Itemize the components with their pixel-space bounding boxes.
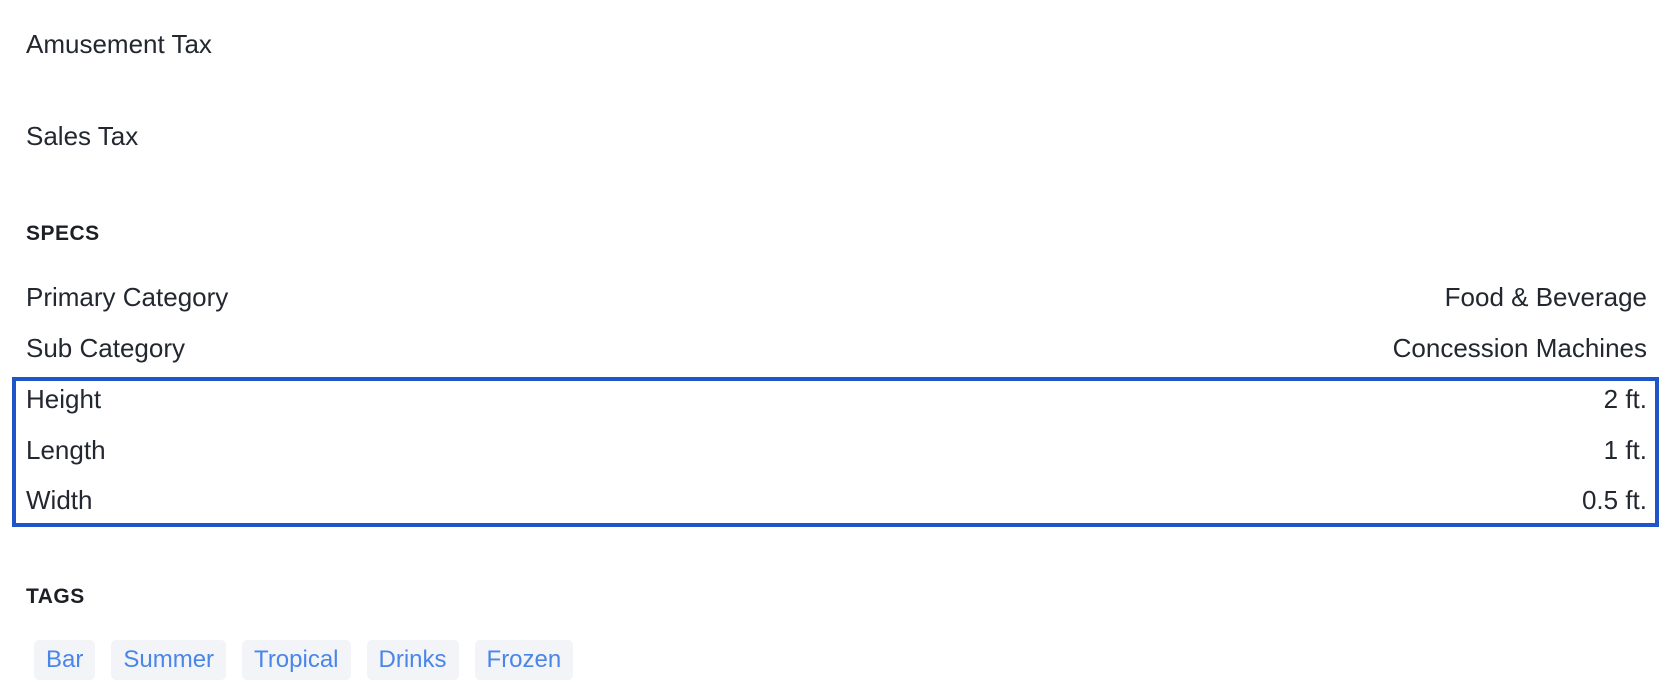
specs-heading: SPECS: [26, 222, 100, 245]
tag-chip[interactable]: Bar: [34, 640, 96, 680]
sales-tax-label: Sales Tax: [26, 121, 139, 151]
spec-value: 2 ft.: [1603, 383, 1647, 414]
tag-list: Bar Summer Tropical Drinks Frozen: [34, 640, 574, 680]
spec-label: Height: [26, 383, 102, 414]
spec-value: 0.5 ft.: [1581, 484, 1647, 515]
tag-chip[interactable]: Summer: [111, 640, 227, 680]
spec-label: Width: [26, 484, 93, 515]
spec-row-length: Length 1 ft.: [26, 427, 1647, 473]
tag-chip[interactable]: Frozen: [474, 640, 574, 680]
tag-chip[interactable]: Tropical: [242, 640, 351, 680]
spec-label: Length: [26, 434, 106, 465]
tag-chip[interactable]: Drinks: [366, 640, 459, 680]
spec-label: Sub Category: [26, 332, 185, 363]
amusement-tax-label: Amusement Tax: [26, 29, 212, 59]
spec-value: Food & Beverage: [1444, 281, 1647, 312]
spec-row-height: Height 2 ft.: [26, 376, 1647, 422]
spec-row-sub-category: Sub Category Concession Machines: [26, 325, 1647, 371]
tags-heading: TAGS: [26, 585, 85, 608]
spec-row-primary-category: Primary Category Food & Beverage: [26, 274, 1647, 320]
spec-value: Concession Machines: [1392, 332, 1647, 363]
spec-value: 1 ft.: [1603, 434, 1647, 465]
spec-label: Primary Category: [26, 281, 229, 312]
spec-row-width: Width 0.5 ft.: [26, 477, 1647, 523]
